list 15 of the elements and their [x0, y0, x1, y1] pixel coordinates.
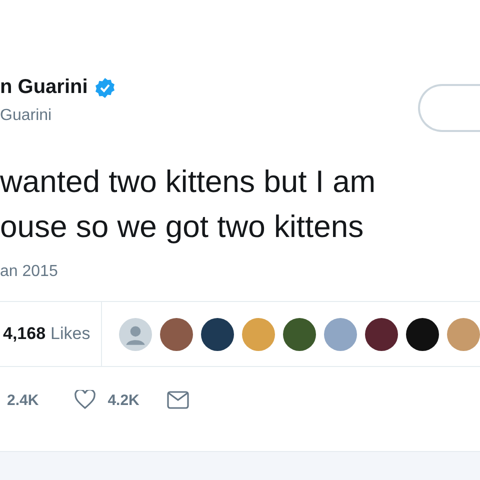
tweet-text: ouse so we got two kittens [0, 208, 365, 246]
heart-icon[interactable] [74, 390, 96, 410]
tweet-text: wanted two kittens but I am [0, 163, 377, 201]
author-name[interactable]: n Guarini [0, 76, 88, 99]
likes-label[interactable]: Likes [50, 324, 90, 344]
envelope-icon[interactable] [167, 390, 190, 410]
avatar[interactable] [365, 318, 398, 350]
likes-count[interactable]: 4,168 [3, 324, 46, 344]
avatar[interactable] [283, 318, 316, 350]
like-count: 4.2K [108, 392, 140, 408]
avatar[interactable] [406, 318, 439, 350]
retweet-count: 2.4K [7, 392, 39, 408]
tweet-date[interactable]: an 2015 [0, 263, 480, 281]
avatar[interactable] [201, 318, 234, 350]
author-handle[interactable]: Guarini [0, 107, 116, 125]
